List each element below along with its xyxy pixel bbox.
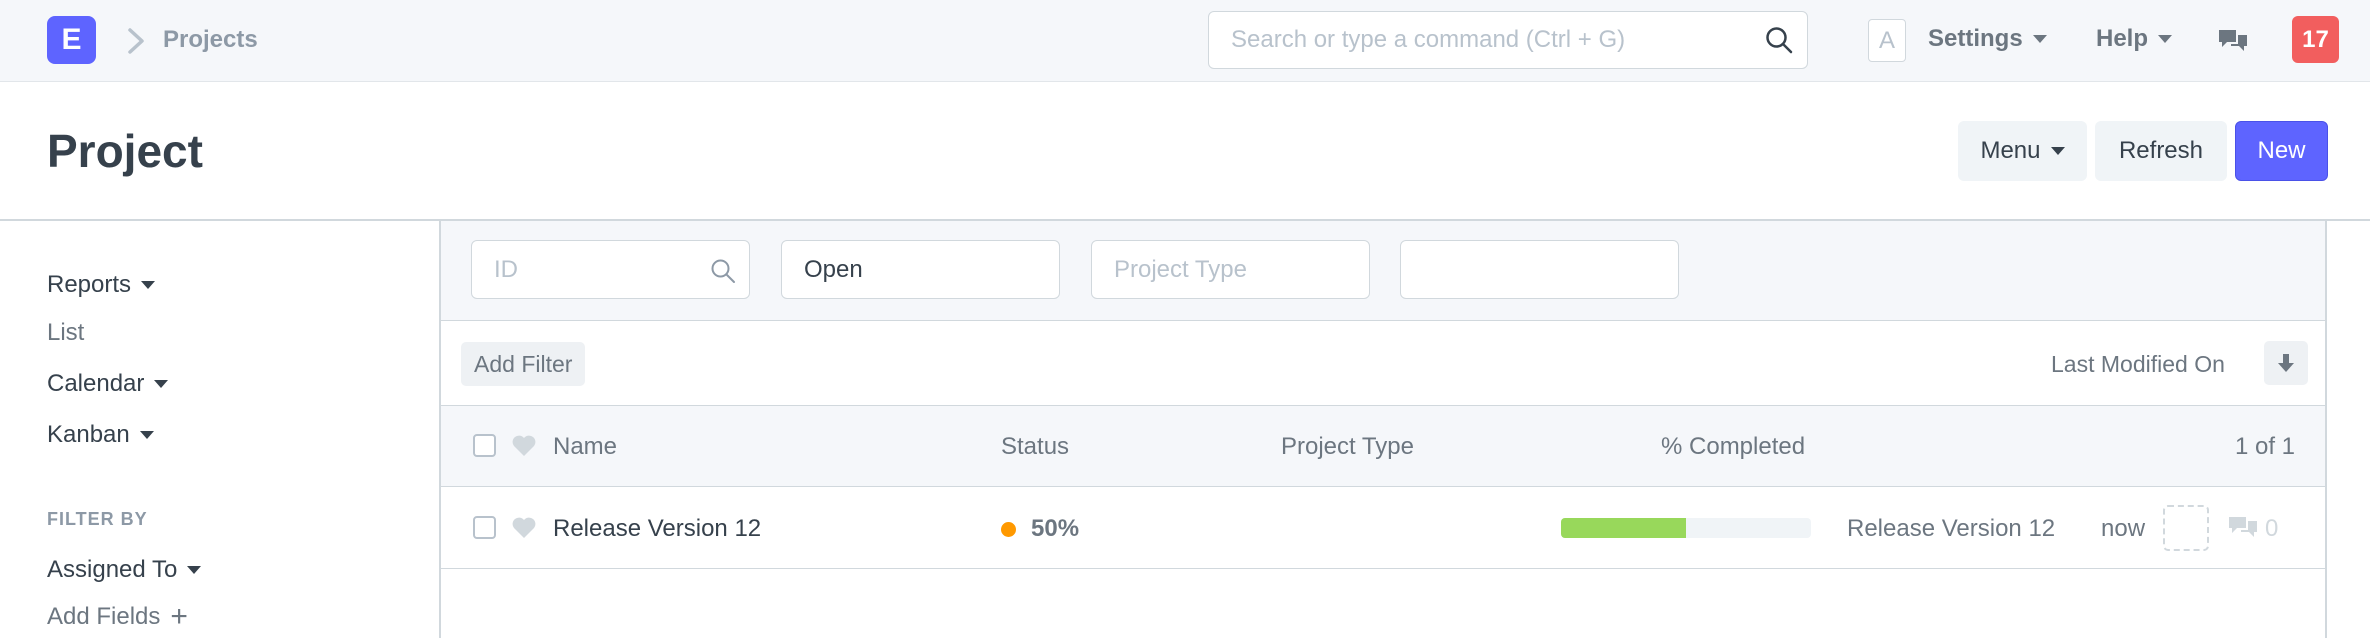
caret-down-icon (187, 566, 202, 574)
sidebar-item-label: Reports (47, 271, 132, 298)
row-comment-count: 0 (2265, 515, 2279, 542)
row-name[interactable]: Release Version 12 (553, 515, 761, 543)
row-status: 50% (1031, 515, 1080, 542)
column-header-status: Status (1001, 433, 1070, 460)
sidebar-item-label: Assigned To (47, 556, 178, 583)
sidebar-assigned-to[interactable]: Assigned To (47, 556, 202, 584)
id-filter-input[interactable] (471, 240, 750, 299)
page-header: Project Menu Refresh New (0, 82, 2370, 221)
chevron-right-icon (128, 28, 144, 54)
comment-icon (2229, 517, 2257, 537)
filter-by-heading: FILTER BY (47, 509, 148, 529)
arrow-down-icon (2278, 354, 2294, 372)
column-header-name: Name (553, 433, 618, 460)
notification-badge[interactable]: 17 (2292, 16, 2339, 63)
sidebar-item-kanban[interactable]: Kanban (47, 421, 154, 449)
sidebar-add-fields[interactable]: Add Fields + (47, 600, 188, 633)
sidebar-item-calendar[interactable]: Calendar (47, 370, 169, 398)
plus-icon: + (170, 600, 188, 633)
row-modified: now (2101, 515, 2146, 542)
page-title: Project (47, 125, 203, 177)
progress-bar (1561, 518, 1811, 538)
project-type-filter-input[interactable] (1091, 240, 1370, 299)
sidebar-item-reports[interactable]: Reports (47, 271, 156, 299)
sidebar-item-label: Add Fields (47, 603, 161, 630)
caret-down-icon (141, 281, 156, 289)
help-label: Help (2096, 25, 2149, 52)
sidebar-item-list[interactable]: List (47, 319, 84, 347)
column-header-percent-completed: % Completed (1661, 433, 1806, 460)
settings-label: Settings (1928, 25, 2023, 52)
list-panel: Add Filter Last Modified On Name Status … (439, 221, 2327, 638)
progress-bar-fill (1561, 518, 1686, 538)
status-indicator (1001, 522, 1016, 537)
refresh-button[interactable]: Refresh (2095, 121, 2227, 181)
caret-down-icon (2050, 147, 2065, 155)
row-title: Release Version 12 (1847, 515, 2056, 542)
search-icon (711, 259, 735, 283)
column-header-project-type: Project Type (1281, 433, 1414, 460)
list-toolbar: Add Filter Last Modified On (441, 321, 2325, 406)
add-filter-button[interactable]: Add Filter (461, 342, 586, 386)
awesomebar (1208, 11, 1808, 69)
settings-menu[interactable]: Settings (1928, 25, 2047, 53)
search-icon (1766, 27, 1793, 54)
heart-icon[interactable] (511, 434, 537, 458)
assign-avatar-placeholder[interactable] (2163, 505, 2209, 551)
caret-down-icon (154, 380, 169, 388)
sidebar-item-label: List (47, 319, 85, 346)
new-button[interactable]: New (2235, 121, 2328, 181)
avatar[interactable]: A (1868, 19, 1906, 62)
menu-button[interactable]: Menu (1958, 121, 2087, 181)
sort-by-selector[interactable]: Last Modified On (2051, 351, 2225, 378)
chat-icon[interactable] (2217, 27, 2249, 55)
navbar: E Projects A Settings Help 17 (0, 0, 2370, 82)
menu-button-label: Menu (1980, 137, 2041, 164)
sidebar-item-label: Kanban (47, 421, 130, 448)
breadcrumb-projects[interactable]: Projects (163, 26, 258, 54)
heart-icon[interactable] (511, 516, 537, 540)
help-menu[interactable]: Help (2096, 25, 2173, 53)
select-all-checkbox[interactable] (473, 434, 496, 457)
status-filter-input[interactable] (781, 240, 1060, 299)
caret-down-icon (2158, 35, 2173, 43)
row-checkbox[interactable] (473, 516, 496, 539)
app-logo[interactable]: E (47, 16, 96, 64)
caret-down-icon (139, 431, 154, 439)
extra-filter-input[interactable] (1400, 240, 1679, 299)
sidebar-item-label: Calendar (47, 370, 145, 397)
standard-filter-bar (441, 221, 2325, 321)
list-count: 1 of 1 (2234, 433, 2295, 460)
sort-order-button[interactable] (2264, 341, 2308, 385)
search-input[interactable] (1231, 12, 1751, 67)
table-row[interactable]: Release Version 12 50% Release Version 1… (441, 487, 2325, 569)
caret-down-icon (2032, 35, 2047, 43)
list-header: Name Status Project Type % Completed 1 o… (441, 406, 2325, 487)
